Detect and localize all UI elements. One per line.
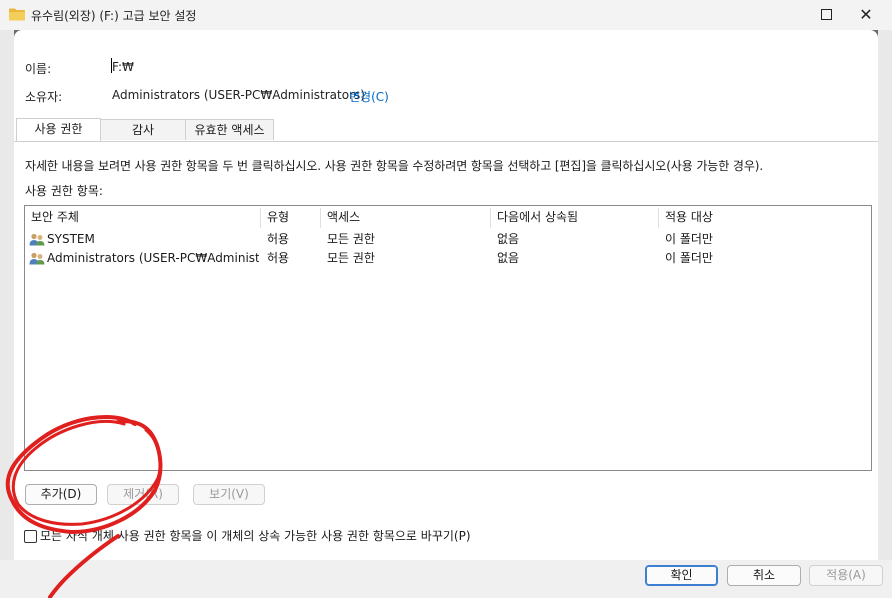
folder-icon [9,8,25,21]
cancel-button[interactable]: 취소 [727,565,801,586]
dialog-content: 이름: F:₩ 소유자: Administrators (USER-PC₩Adm… [14,30,878,580]
cell-type: 허용 [267,251,290,265]
column-header-inherited-from[interactable]: 다음에서 상속됨 [491,206,657,228]
name-label: 이름: [25,62,52,76]
cell-applies-to: 이 폴더만 [665,232,713,246]
cell-principal: Administrators (USER-PC₩Administra... [47,251,259,265]
remove-button[interactable]: 제거(R) [107,484,179,505]
cell-principal: SYSTEM [47,232,95,246]
permission-entries-label: 사용 권한 항목: [25,184,103,198]
name-value: F:₩ [112,60,134,74]
owner-value: Administrators (USER-PC₩Administrators) [112,88,365,102]
column-header-principal[interactable]: 보안 주체 [25,206,261,228]
tab-auditing[interactable]: 감사 [100,119,186,140]
window-title: 유수림(외장) (F:) 고급 보안 설정 [31,9,197,23]
replace-child-permissions-checkbox[interactable] [24,530,37,543]
close-button[interactable]: ✕ [846,0,886,30]
advanced-security-settings-window: 유수림(외장) (F:) 고급 보안 설정 ✕ 이름: F:₩ 소유자: Adm… [0,0,892,598]
column-header-applies-to[interactable]: 적용 대상 [659,206,865,228]
table-row[interactable]: SYSTEM 허용 모든 권한 없음 이 폴더만 [25,230,871,249]
users-icon [29,252,45,265]
owner-label: 소유자: [25,90,63,104]
apply-button[interactable]: 적용(A) [809,565,883,586]
maximize-icon [821,9,832,20]
instructions-text: 자세한 내용을 보려면 사용 권한 항목을 두 번 클릭하십시오. 사용 권한 … [25,159,764,173]
cell-inherited-from: 없음 [497,232,520,246]
text-caret [111,58,112,73]
view-button[interactable]: 보기(V) [193,484,265,505]
tab-bar: 사용 권한 감사 유효한 액세스 [14,118,878,142]
cell-access: 모든 권한 [327,232,375,246]
change-owner-link[interactable]: 변경(C) [349,88,389,105]
replace-child-permissions-label[interactable]: 모든 자식 개체 사용 권한 항목을 이 개체의 상속 가능한 사용 권한 항목… [40,527,471,544]
tab-permissions[interactable]: 사용 권한 [16,118,101,141]
dialog-footer: 확인 취소 적용(A) [0,560,892,598]
table-row[interactable]: Administrators (USER-PC₩Administra... 허용… [25,249,871,268]
add-button[interactable]: 추가(D) [25,484,97,505]
cell-type: 허용 [267,232,290,246]
users-icon [29,233,45,246]
cell-access: 모든 권한 [327,251,375,265]
maximize-button[interactable] [812,0,842,30]
column-header-type[interactable]: 유형 [261,206,317,228]
permission-entries-table[interactable]: 보안 주체 유형 액세스 다음에서 상속됨 적용 대상 SYSTEM 허용 모든… [24,205,872,471]
column-header-access[interactable]: 액세스 [321,206,487,228]
cell-applies-to: 이 폴더만 [665,251,713,265]
ok-button[interactable]: 확인 [645,565,718,586]
cell-inherited-from: 없음 [497,251,520,265]
tab-effective-access[interactable]: 유효한 액세스 [185,119,274,140]
title-bar[interactable]: 유수림(외장) (F:) 고급 보안 설정 ✕ [0,0,892,30]
